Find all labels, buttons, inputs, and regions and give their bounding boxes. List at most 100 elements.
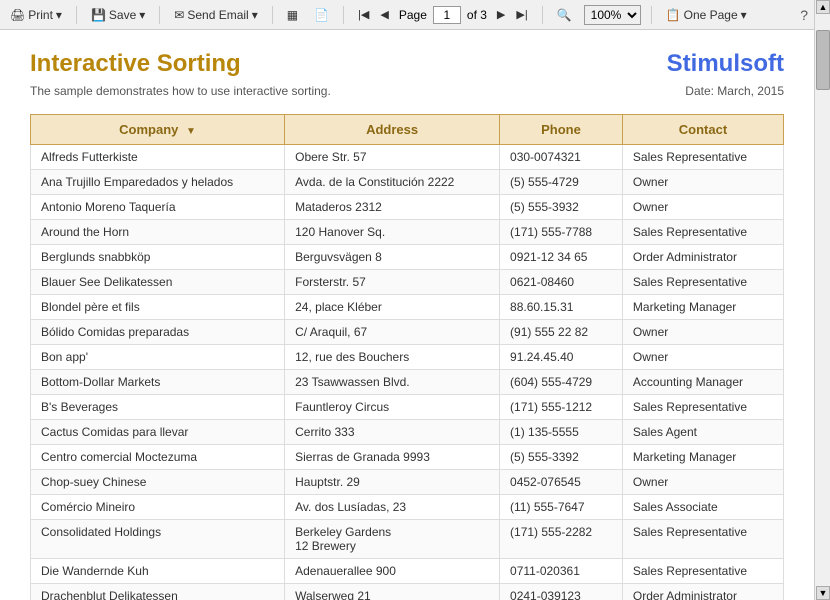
company-cell[interactable]: Alfreds Futterkiste: [31, 145, 285, 170]
help-button[interactable]: ?: [800, 7, 808, 23]
save-icon: 💾: [91, 8, 106, 22]
table-view-button[interactable]: ▦: [283, 6, 302, 24]
contact-cell: Owner: [622, 470, 783, 495]
company-cell[interactable]: Blondel père et fils: [31, 295, 285, 320]
next-page-button[interactable]: ▶: [493, 6, 509, 23]
phone-cell: 91.24.45.40: [500, 345, 623, 370]
save-button[interactable]: 💾 Save ▾: [87, 6, 149, 24]
print-icon: 🖨: [10, 8, 25, 22]
column-header-address: Address: [285, 115, 500, 145]
company-cell[interactable]: Consolidated Holdings: [31, 520, 285, 559]
contact-cell: Sales Representative: [622, 270, 783, 295]
table-row: Alfreds FutterkisteObere Str. 57030-0074…: [31, 145, 784, 170]
company-cell[interactable]: Comércio Mineiro: [31, 495, 285, 520]
scroll-thumb[interactable]: [816, 30, 830, 90]
send-email-button[interactable]: ✉ Send Email ▾: [170, 6, 261, 24]
table-row: Comércio MineiroAv. dos Lusíadas, 23(11)…: [31, 495, 784, 520]
report-date: Date: March, 2015: [685, 84, 784, 98]
app-window: 🖨 Print ▾ 💾 Save ▾ ✉ Send Email ▾ ▦ 📄: [0, 0, 830, 600]
table-row: Cactus Comidas para llevarCerrito 333(1)…: [31, 420, 784, 445]
sort-icon: ▼: [186, 126, 196, 137]
phone-cell: (11) 555-7647: [500, 495, 623, 520]
contact-cell: Sales Agent: [622, 420, 783, 445]
address-cell: Fauntleroy Circus: [285, 395, 500, 420]
column-header-company[interactable]: Company ▼: [31, 115, 285, 145]
scroll-down-button[interactable]: ▼: [816, 586, 830, 600]
contact-cell: Sales Representative: [622, 520, 783, 559]
address-cell: Berguvsvägen 8: [285, 245, 500, 270]
table-row: Bottom-Dollar Markets23 Tsawwassen Blvd.…: [31, 370, 784, 395]
address-cell: Adenauerallee 900: [285, 559, 500, 584]
contact-cell: Order Administrator: [622, 584, 783, 600]
address-cell: 23 Tsawwassen Blvd.: [285, 370, 500, 395]
address-cell: Obere Str. 57: [285, 145, 500, 170]
contact-cell: Sales Representative: [622, 395, 783, 420]
search-button[interactable]: 🔍: [553, 6, 576, 24]
table-row: Antonio Moreno TaqueríaMataderos 2312(5)…: [31, 195, 784, 220]
phone-cell: (91) 555 22 82: [500, 320, 623, 345]
table-header-row: Company ▼ Address Phone Contact: [31, 115, 784, 145]
table-row: Bólido Comidas preparadasC/ Araquil, 67(…: [31, 320, 784, 345]
table-row: Drachenblut DelikatessenWalserweg 210241…: [31, 584, 784, 600]
page-view-icon: 📋: [666, 8, 681, 22]
address-cell: Mataderos 2312: [285, 195, 500, 220]
print-button[interactable]: 🖨 Print ▾: [6, 6, 66, 24]
prev-page-button[interactable]: ◀: [376, 6, 392, 23]
contact-cell: Marketing Manager: [622, 445, 783, 470]
page-number-input[interactable]: [433, 6, 461, 24]
zoom-select[interactable]: 100% 75% 150%: [584, 5, 641, 25]
sep5: [542, 6, 543, 24]
company-cell[interactable]: Cactus Comidas para llevar: [31, 420, 285, 445]
company-cell[interactable]: Antonio Moreno Taquería: [31, 195, 285, 220]
view-mode-button[interactable]: 📋 One Page ▾: [662, 6, 751, 24]
view-dropdown-icon: ▾: [741, 8, 747, 22]
table-row: Consolidated HoldingsBerkeley Gardens 12…: [31, 520, 784, 559]
phone-cell: (171) 555-2282: [500, 520, 623, 559]
phone-cell: 0452-076545: [500, 470, 623, 495]
table-row: Blondel père et fils24, place Kléber88.6…: [31, 295, 784, 320]
phone-cell: (171) 555-1212: [500, 395, 623, 420]
company-cell[interactable]: Die Wandernde Kuh: [31, 559, 285, 584]
table-row: Berglunds snabbköpBerguvsvägen 80921-12 …: [31, 245, 784, 270]
scroll-up-button[interactable]: ▲: [816, 0, 830, 14]
first-page-button[interactable]: |◀: [354, 6, 373, 23]
company-cell[interactable]: Centro comercial Moctezuma: [31, 445, 285, 470]
company-cell[interactable]: Bottom-Dollar Markets: [31, 370, 285, 395]
brand-name: Stimulsoft: [667, 50, 784, 78]
report-header: Interactive Sorting Stimulsoft: [30, 50, 784, 78]
phone-cell: (5) 555-3392: [500, 445, 623, 470]
phone-cell: (171) 555-7788: [500, 220, 623, 245]
address-cell: C/ Araquil, 67: [285, 320, 500, 345]
phone-cell: (5) 555-3932: [500, 195, 623, 220]
company-cell[interactable]: Around the Horn: [31, 220, 285, 245]
phone-cell: (1) 135-5555: [500, 420, 623, 445]
phone-cell: 0621-08460: [500, 270, 623, 295]
company-cell[interactable]: Blauer See Delikatessen: [31, 270, 285, 295]
phone-cell: 0921-12 34 65: [500, 245, 623, 270]
company-cell[interactable]: Drachenblut Delikatessen: [31, 584, 285, 600]
data-table: Company ▼ Address Phone Contact: [30, 114, 784, 600]
address-cell: Cerrito 333: [285, 420, 500, 445]
phone-cell: 88.60.15.31: [500, 295, 623, 320]
table-row: Blauer See DelikatessenForsterstr. 57062…: [31, 270, 784, 295]
phone-cell: (5) 555-4729: [500, 170, 623, 195]
search-icon: 🔍: [557, 8, 572, 22]
single-page-button[interactable]: 📄: [310, 6, 333, 24]
contact-cell: Order Administrator: [622, 245, 783, 270]
company-cell[interactable]: Ana Trujillo Emparedados y helados: [31, 170, 285, 195]
report-content: Interactive Sorting Stimulsoft The sampl…: [0, 30, 814, 600]
print-dropdown-icon: ▾: [56, 8, 62, 22]
company-cell[interactable]: B's Beverages: [31, 395, 285, 420]
phone-cell: 0241-039123: [500, 584, 623, 600]
address-cell: 24, place Kléber: [285, 295, 500, 320]
email-icon: ✉: [174, 8, 184, 22]
company-cell[interactable]: Chop-suey Chinese: [31, 470, 285, 495]
company-cell[interactable]: Bon app': [31, 345, 285, 370]
address-cell: Avda. de la Constitución 2222: [285, 170, 500, 195]
company-cell[interactable]: Bólido Comidas preparadas: [31, 320, 285, 345]
address-cell: 12, rue des Bouchers: [285, 345, 500, 370]
company-cell[interactable]: Berglunds snabbköp: [31, 245, 285, 270]
table-icon: ▦: [287, 8, 298, 22]
report-subtitle-bar: The sample demonstrates how to use inter…: [30, 84, 784, 98]
last-page-button[interactable]: ▶|: [512, 6, 531, 23]
